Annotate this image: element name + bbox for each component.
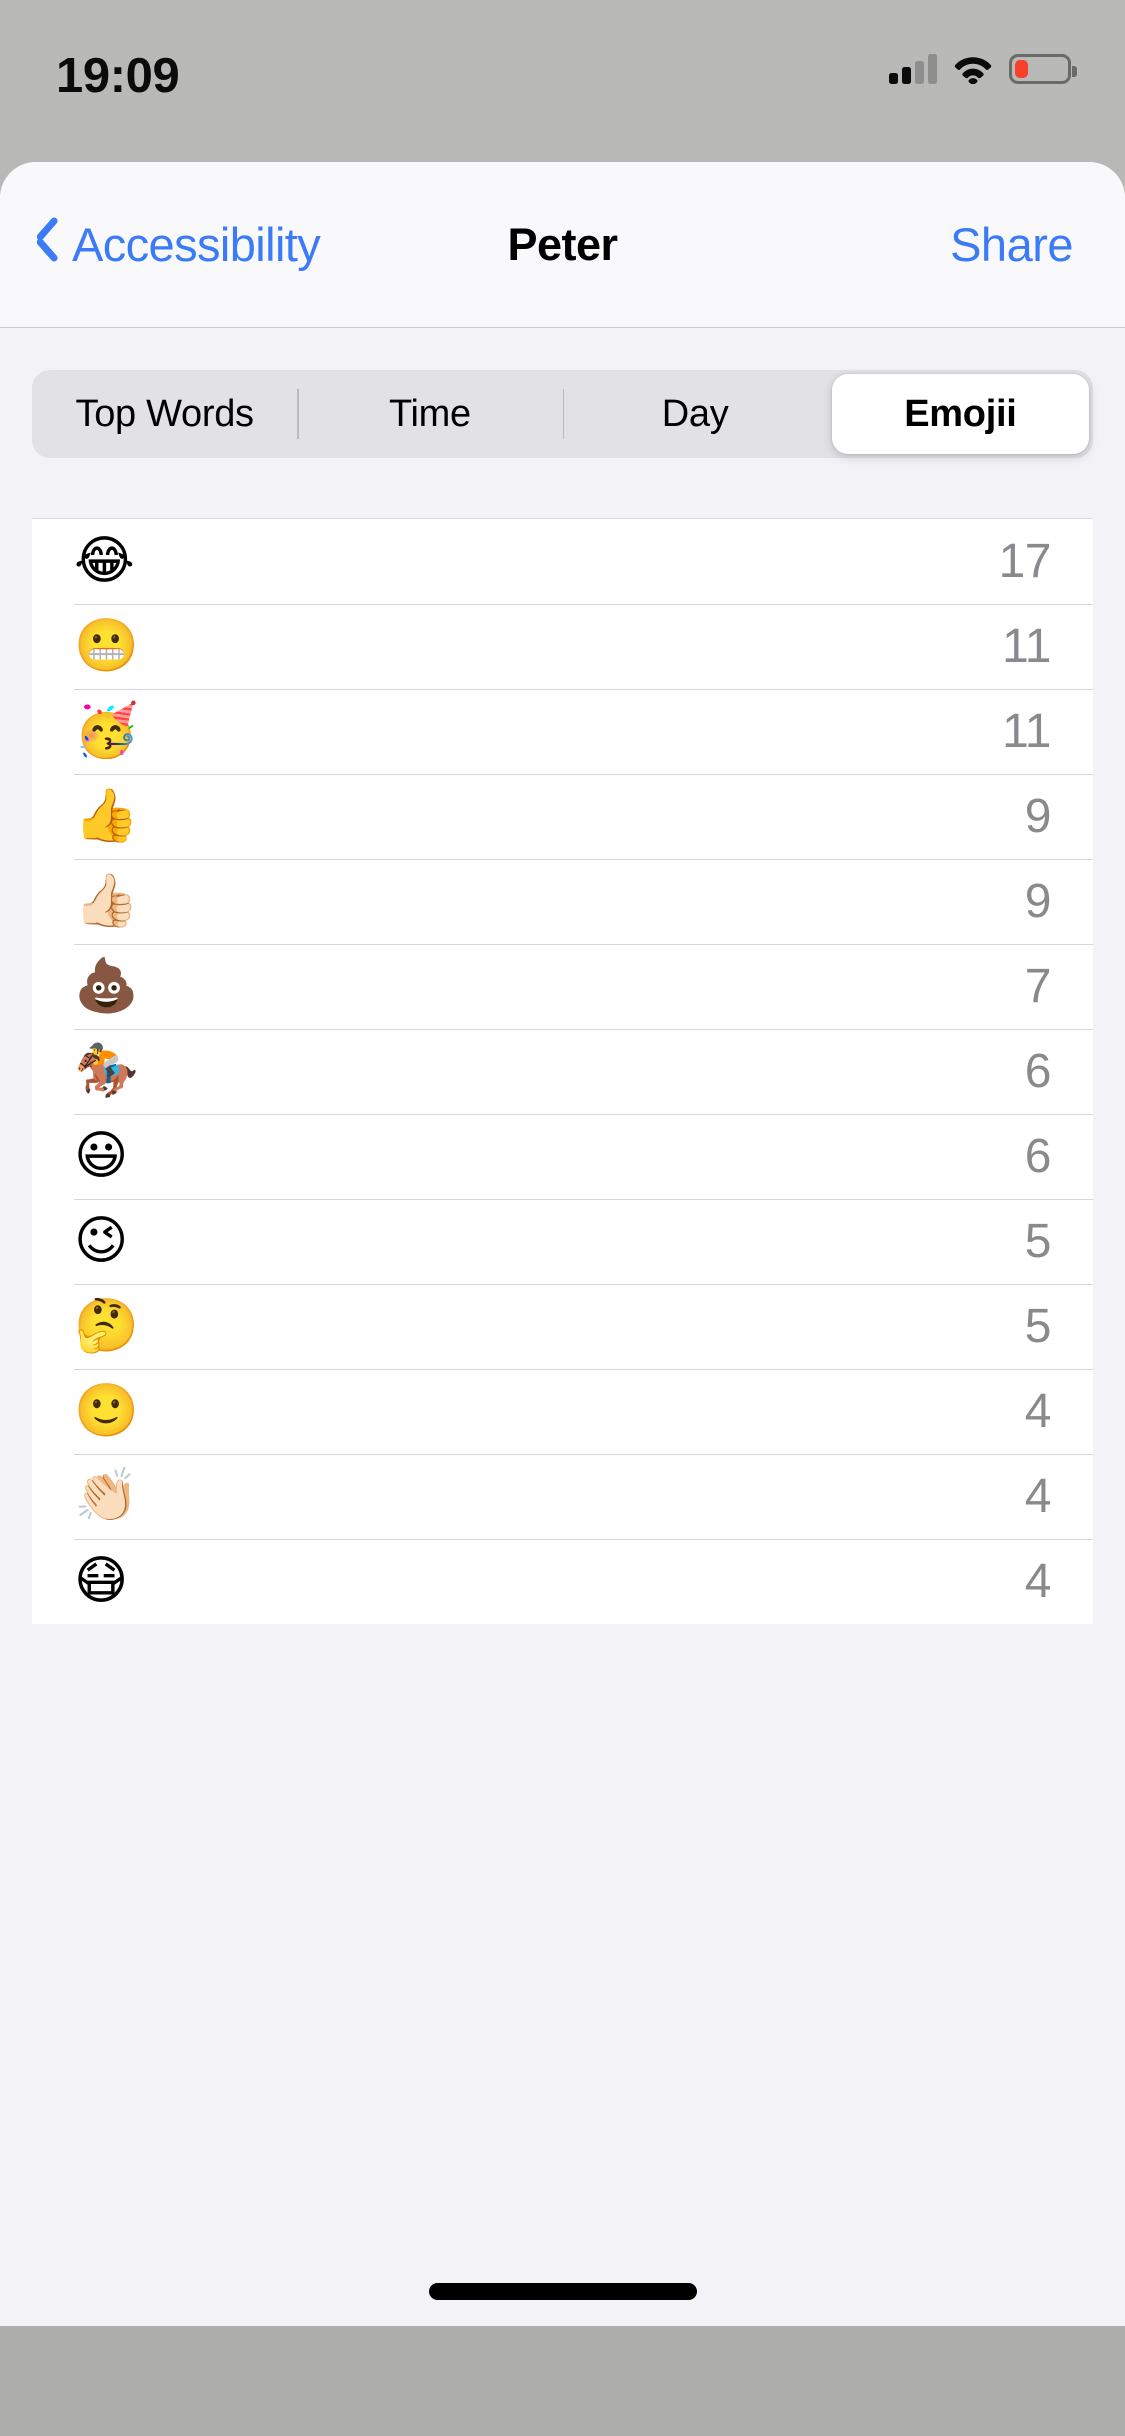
slightly-smiling-face-icon: 🙂 — [74, 1381, 139, 1441]
segment-top-words[interactable]: Top Words — [32, 370, 297, 458]
horse-racing-icon: 🏇 — [74, 1041, 139, 1101]
segmented-control[interactable]: Top Words Time Day Emojii — [32, 370, 1093, 458]
emoji-usage-count: 4 — [1024, 1555, 1052, 1608]
emoji-usage-count: 17 — [998, 535, 1052, 588]
emoji-usage-count: 7 — [1024, 960, 1052, 1013]
segment-label: Emojii — [904, 392, 1017, 435]
status-bar-time: 19:09 — [56, 49, 180, 103]
emoji-list-row[interactable]: 👍🏻 9 — [32, 859, 1093, 944]
clapping-hands-light-skin-tone-icon: 👏🏻 — [74, 1466, 139, 1526]
emoji-list-row[interactable]: 😃 6 — [32, 1114, 1093, 1199]
emoji-list-card: 😂 17 😬 11 🥳 11 👍 9 👍🏻 9 💩 7 🏇 6 😃 6 😉 5 🤔 5 🙂 4 👏🏻 4 😷 4 — [32, 518, 1093, 1624]
segment-time[interactable]: Time — [297, 370, 562, 458]
cellular-signal-icon — [889, 54, 937, 84]
segment-day[interactable]: Day — [563, 370, 828, 458]
winking-face-icon: 😉 — [74, 1211, 129, 1271]
thumbs-up-icon: 👍 — [74, 786, 139, 846]
emoji-usage-count: 9 — [1024, 875, 1052, 928]
emoji-usage-count: 6 — [1024, 1130, 1052, 1183]
modal-sheet: Accessibility Peter Share Top Words Time… — [0, 162, 1125, 2326]
share-button[interactable]: Share — [950, 217, 1073, 272]
thinking-face-icon: 🤔 — [74, 1296, 139, 1356]
face-with-tears-of-joy-icon: 😂 — [74, 531, 135, 591]
segment-label: Time — [388, 392, 471, 435]
thumbs-up-light-skin-tone-icon: 👍🏻 — [74, 871, 139, 931]
emoji-usage-count: 11 — [1002, 705, 1051, 758]
segment-label: Top Words — [75, 392, 255, 435]
segment-label: Day — [661, 392, 729, 435]
grinning-face-with-big-eyes-icon: 😃 — [74, 1126, 129, 1186]
emoji-list-row[interactable]: 😂 17 — [32, 519, 1093, 604]
navigation-bar: Accessibility Peter Share — [0, 162, 1125, 328]
emoji-usage-count: 5 — [1024, 1215, 1052, 1268]
emoji-usage-count: 9 — [1024, 790, 1052, 843]
segment-emojii[interactable]: Emojii — [828, 370, 1093, 458]
status-bar: 19:09 — [0, 0, 1125, 162]
emoji-usage-count: 4 — [1024, 1385, 1052, 1438]
grimacing-face-icon: 😬 — [74, 616, 139, 676]
emoji-list-row[interactable]: 🥳 11 — [32, 689, 1093, 774]
emoji-list-row[interactable]: 🙂 4 — [32, 1369, 1093, 1454]
emoji-usage-count: 5 — [1024, 1300, 1052, 1353]
emoji-list-row[interactable]: 👍 9 — [32, 774, 1093, 859]
emoji-usage-count: 6 — [1024, 1045, 1052, 1098]
segmented-control-container: Top Words Time Day Emojii — [0, 328, 1125, 458]
emoji-list-row[interactable]: 👏🏻 4 — [32, 1454, 1093, 1539]
emoji-list-row[interactable]: 😬 11 — [32, 604, 1093, 689]
emoji-list-row[interactable]: 🏇 6 — [32, 1029, 1093, 1114]
emoji-list-row[interactable]: 😉 5 — [32, 1199, 1093, 1284]
emoji-usage-count: 11 — [1002, 620, 1051, 673]
emoji-list-row[interactable]: 🤔 5 — [32, 1284, 1093, 1369]
status-bar-indicators — [889, 54, 1077, 86]
emoji-list-row[interactable]: 😷 4 — [32, 1539, 1093, 1624]
face-with-medical-mask-icon: 😷 — [74, 1551, 129, 1611]
battery-icon — [1009, 54, 1077, 84]
partying-face-icon: 🥳 — [74, 701, 139, 761]
emoji-list-row[interactable]: 💩 7 — [32, 944, 1093, 1029]
pile-of-poo-icon: 💩 — [74, 956, 139, 1016]
home-indicator[interactable] — [428, 2283, 697, 2300]
wifi-icon — [954, 54, 992, 86]
emoji-usage-count: 4 — [1024, 1470, 1052, 1523]
